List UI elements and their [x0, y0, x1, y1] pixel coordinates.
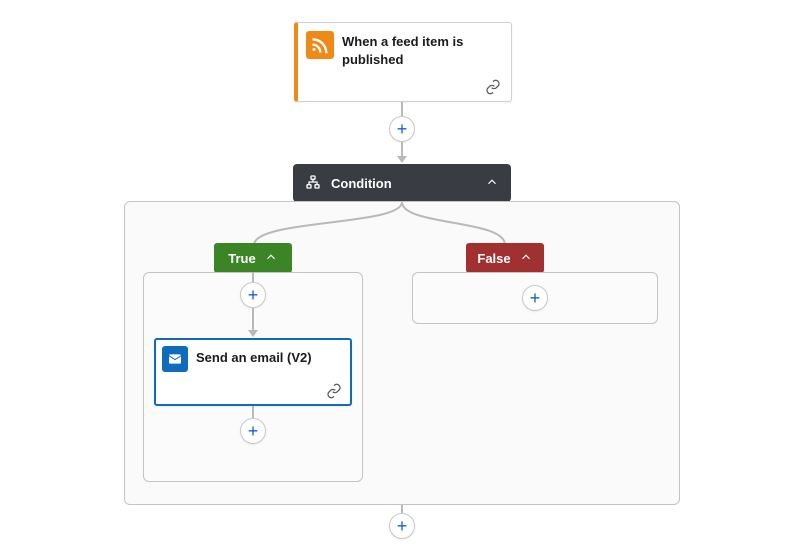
condition-icon [305, 174, 321, 193]
branch-label-true[interactable]: True [214, 243, 292, 273]
trigger-card[interactable]: When a feed item is published [294, 22, 512, 102]
branch-false-text: False [477, 251, 510, 266]
rss-icon [306, 31, 334, 59]
branch-true-text: True [228, 251, 255, 266]
chevron-up-icon [264, 250, 278, 267]
flow-canvas: When a feed item is published + Conditio… [0, 0, 800, 550]
connector-line [401, 505, 403, 513]
connector-line [401, 102, 403, 116]
connector-line [252, 406, 254, 418]
add-step-button-false[interactable]: + [522, 285, 548, 311]
connector-line [252, 272, 254, 282]
chevron-up-icon [519, 250, 533, 267]
link-icon [326, 383, 342, 399]
arrow-down-icon [248, 330, 258, 337]
action-card-send-email[interactable]: Send an email (V2) [154, 338, 352, 406]
add-step-button-true-bottom[interactable]: + [240, 418, 266, 444]
outlook-icon [162, 346, 188, 372]
connector-line [401, 142, 403, 156]
arrow-down-icon [397, 156, 407, 163]
add-step-button[interactable]: + [389, 116, 415, 142]
chevron-up-icon [485, 175, 499, 192]
link-icon [485, 79, 501, 95]
condition-header[interactable]: Condition [293, 164, 511, 202]
add-step-button-true-top[interactable]: + [240, 282, 266, 308]
connector-line [252, 308, 254, 330]
branch-label-false[interactable]: False [466, 243, 544, 273]
condition-title: Condition [331, 176, 392, 191]
add-step-button-bottom[interactable]: + [389, 513, 415, 539]
